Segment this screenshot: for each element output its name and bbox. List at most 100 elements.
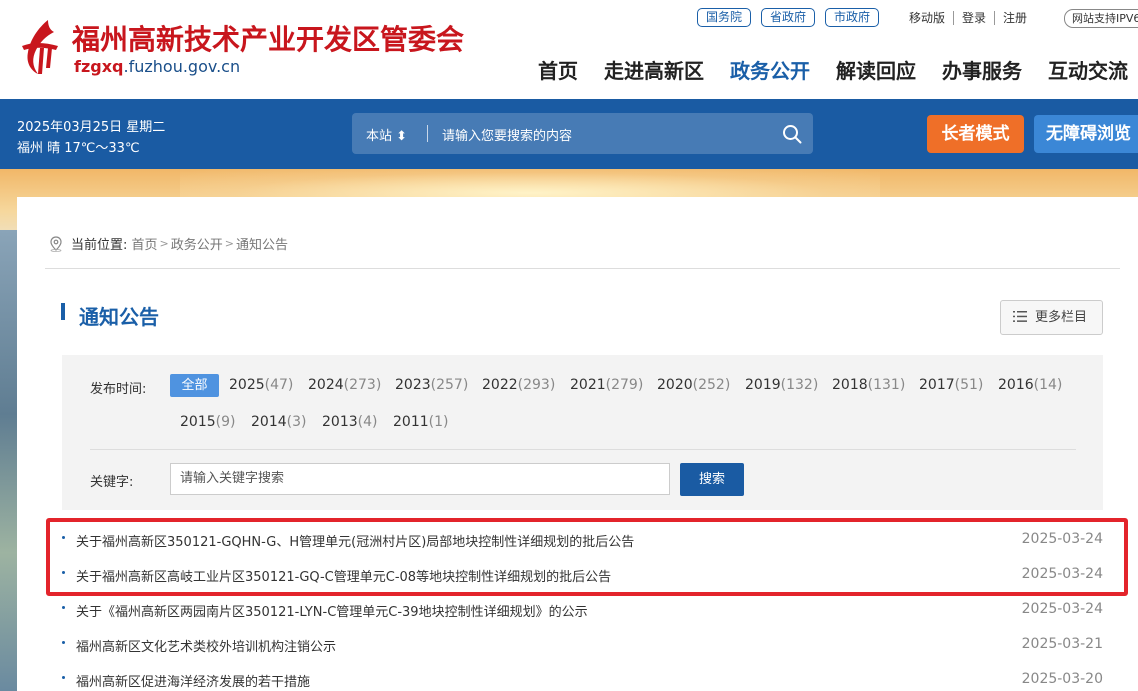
year-label: 2017 [919,377,955,393]
site-domain[interactable]: fzgxq.fuzhou.gov.cn [74,57,240,76]
accessibility-button[interactable]: 无障碍浏览 [1034,115,1138,153]
nav-item-about[interactable]: 走进高新区 [604,55,704,84]
site-search-input[interactable]: 请输入您要搜索的内容 [442,125,572,144]
year-filter-2015[interactable]: 2015(9) [180,414,235,430]
year-count: (1) [428,414,449,430]
year-filter-2020[interactable]: 2020(252) [657,377,730,393]
site-header: 福州高新技术产业开发区管委会 fzgxq.fuzhou.gov.cn 国务院 省… [0,0,1138,99]
year-filter-2022[interactable]: 2022(293) [482,377,555,393]
top-link-divider [953,10,955,25]
year-count: (279) [605,377,644,393]
year-count: (4) [357,414,378,430]
notice-title[interactable]: 福州高新区文化艺术类校外培训机构注销公示 [76,636,336,655]
year-label: 2023 [395,377,431,393]
year-filter-all[interactable]: 全部 [170,374,219,397]
year-filter-2016[interactable]: 2016(14) [998,377,1062,393]
year-label: 2018 [832,377,868,393]
site-logo-icon[interactable] [18,18,64,76]
main-nav: 首页 走进高新区 政务公开 解读回应 办事服务 互动交流 [538,55,1128,84]
year-label: 2020 [657,377,693,393]
year-filter-2025[interactable]: 2025(47) [229,377,293,393]
year-label: 2021 [570,377,606,393]
year-count: (3) [286,414,307,430]
year-filter-2019[interactable]: 2019(132) [745,377,818,393]
year-label: 2015 [180,414,216,430]
bullet-icon [62,676,65,679]
year-filter-2014[interactable]: 2014(3) [251,414,306,430]
filter-divider [90,449,1076,450]
year-filter-2024[interactable]: 2024(273) [308,377,381,393]
top-tag-state-council[interactable]: 国务院 [697,8,752,27]
year-count: (51) [954,377,984,393]
banner-glow [180,169,880,199]
breadcrumb-notices[interactable]: 通知公告 [236,234,288,253]
year-count: (131) [867,377,906,393]
year-label: 2024 [308,377,344,393]
breadcrumb-separator: > [159,237,169,250]
year-filter-2023[interactable]: 2023(257) [395,377,468,393]
location-pin-icon [50,235,62,252]
more-columns-label: 更多栏目 [1035,310,1088,325]
search-scope-divider [427,125,428,142]
publish-time-label: 发布时间: [90,382,147,397]
mobile-link[interactable]: 移动版 [909,9,945,26]
notice-title[interactable]: 福州高新区促进海洋经济发展的若干措施 [76,671,310,690]
year-label: 2016 [998,377,1034,393]
notice-title[interactable]: 关于《福州高新区两园南片区350121-LYN-C管理单元C-39地块控制性详细… [76,601,588,620]
year-label: 2014 [251,414,287,430]
year-filter-2017[interactable]: 2017(51) [919,377,983,393]
search-scope-select[interactable]: 本站 ⬍ [366,125,407,144]
breadcrumb-separator: > [224,237,234,250]
keyword-search-input[interactable]: 请输入关键字搜索 [170,463,670,495]
bullet-icon [62,606,65,609]
section-title: 通知公告 [61,301,159,330]
list-item[interactable]: 福州高新区文化艺术类校外培训机构注销公示 2025-03-21 [62,627,1103,662]
list-item[interactable]: 关于《福州高新区两园南片区350121-LYN-C管理单元C-39地块控制性详细… [62,592,1103,627]
year-filter-2018[interactable]: 2018(131) [832,377,905,393]
year-count: (293) [517,377,556,393]
nav-item-home[interactable]: 首页 [538,55,578,84]
filter-panel: 发布时间: 全部 2025(47) 2024(273) 2023(257) 20… [62,355,1103,510]
breadcrumb-home[interactable]: 首页 [132,234,158,253]
search-icon[interactable] [782,124,802,144]
nav-item-interpretation[interactable]: 解读回应 [836,55,916,84]
top-tag-city[interactable]: 市政府 [825,8,880,27]
year-label: 2025 [229,377,265,393]
year-count: (9) [215,414,236,430]
year-count: (47) [264,377,294,393]
top-link-divider [994,10,996,25]
content-panel: 当前位置: 首页 > 政务公开 > 通知公告 通知公告 更多栏目 发布时间: 全… [17,197,1138,691]
year-label: 2022 [482,377,518,393]
site-search-box: 本站 ⬍ 请输入您要搜索的内容 [352,113,813,154]
nav-item-interaction[interactable]: 互动交流 [1048,55,1128,84]
year-count: (257) [430,377,469,393]
login-link[interactable]: 登录 [962,9,986,26]
breadcrumb-gov-affairs[interactable]: 政务公开 [171,234,223,253]
year-filter-2011[interactable]: 2011(1) [393,414,448,430]
register-link[interactable]: 注册 [1003,9,1027,26]
breadcrumb-divider [45,268,1120,269]
list-item[interactable]: 福州高新区促进海洋经济发展的若干措施 2025-03-20 [62,662,1103,691]
year-filter-2013[interactable]: 2013(4) [322,414,377,430]
top-tag-group: 国务院 省政府 市政府 [697,8,880,27]
top-tag-province[interactable]: 省政府 [761,8,816,27]
year-filter-2021[interactable]: 2021(279) [570,377,643,393]
keyword-search-button[interactable]: 搜索 [680,463,744,496]
nav-item-gov-affairs[interactable]: 政务公开 [730,55,810,84]
notice-date: 2025-03-21 [1021,636,1103,652]
keyword-label: 关键字: [90,475,134,490]
notice-date: 2025-03-24 [1021,601,1103,617]
ipv6-badge: 网站支持IPV6 [1064,9,1138,28]
elder-mode-button[interactable]: 长者模式 [927,115,1024,153]
site-title[interactable]: 福州高新技术产业开发区管委会 [72,18,464,58]
domain-prefix: fzgxq [74,57,124,76]
year-count: (132) [780,377,819,393]
year-count: (252) [692,377,731,393]
more-columns-button[interactable]: 更多栏目 [1000,300,1103,335]
year-count: (273) [343,377,382,393]
year-count: (14) [1033,377,1063,393]
list-menu-icon [1013,311,1027,322]
nav-item-services[interactable]: 办事服务 [942,55,1022,84]
bullet-icon [62,641,65,644]
breadcrumb-prefix: 当前位置: [71,238,128,253]
